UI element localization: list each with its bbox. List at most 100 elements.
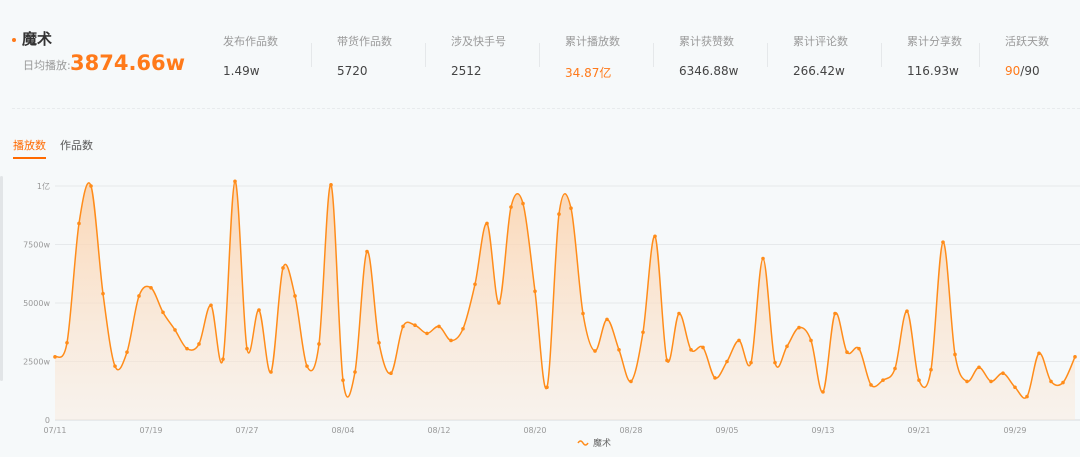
data-point xyxy=(641,330,645,335)
data-point xyxy=(941,240,945,244)
legend-item[interactable]: 魔术 xyxy=(577,436,611,449)
data-point xyxy=(761,256,765,261)
data-point xyxy=(617,348,621,352)
data-point xyxy=(101,291,105,296)
data-point xyxy=(929,367,933,372)
data-point xyxy=(629,379,633,384)
x-tick-label: 07/19 xyxy=(139,426,162,435)
data-point xyxy=(545,385,549,390)
data-point xyxy=(557,212,561,216)
data-point xyxy=(569,206,573,211)
data-point xyxy=(485,221,489,226)
data-point xyxy=(269,370,273,374)
data-point xyxy=(185,346,189,351)
data-point xyxy=(869,383,873,387)
data-point xyxy=(113,364,117,368)
data-point xyxy=(1001,371,1005,376)
data-point xyxy=(401,324,405,329)
data-point xyxy=(473,282,477,287)
data-point xyxy=(497,301,501,305)
x-tick-label: 09/13 xyxy=(811,426,834,435)
data-point xyxy=(413,323,417,328)
data-point xyxy=(1073,355,1077,359)
data-point xyxy=(653,234,657,239)
data-point xyxy=(1061,380,1065,385)
data-point xyxy=(305,364,309,368)
data-point xyxy=(77,221,81,226)
x-tick-label: 08/04 xyxy=(331,426,354,435)
data-point xyxy=(65,340,69,345)
data-point xyxy=(89,184,93,188)
data-point xyxy=(953,352,957,357)
data-point xyxy=(713,376,717,380)
data-point xyxy=(881,378,885,383)
data-point xyxy=(221,357,225,361)
x-tick-label: 09/05 xyxy=(715,426,738,435)
data-point xyxy=(293,294,297,298)
data-point xyxy=(905,309,909,313)
y-tick-label: 1亿 xyxy=(37,181,50,191)
y-tick-label: 2500w xyxy=(23,358,50,367)
data-point xyxy=(977,365,981,370)
data-point xyxy=(197,342,201,346)
x-tick-label: 09/29 xyxy=(1003,426,1026,435)
data-point xyxy=(161,310,165,315)
data-point xyxy=(893,366,897,371)
data-point xyxy=(773,360,777,365)
data-point xyxy=(833,311,837,316)
data-point xyxy=(317,342,321,346)
data-point xyxy=(257,308,261,312)
data-point xyxy=(785,344,789,349)
data-point xyxy=(209,303,213,308)
data-point xyxy=(857,346,861,351)
data-point xyxy=(749,360,753,365)
data-point xyxy=(989,379,993,384)
y-tick-label: 0 xyxy=(45,416,50,425)
data-point xyxy=(1049,379,1053,384)
data-point xyxy=(677,311,681,316)
data-point xyxy=(149,285,153,290)
x-tick-label: 08/20 xyxy=(523,426,546,435)
data-point xyxy=(1025,394,1029,399)
data-point xyxy=(593,349,597,353)
data-point xyxy=(605,317,609,322)
data-point xyxy=(533,289,537,294)
data-point xyxy=(965,379,969,384)
series-area xyxy=(55,181,1075,420)
data-point xyxy=(509,205,513,209)
data-point xyxy=(1013,385,1017,390)
data-point xyxy=(725,359,729,364)
data-point xyxy=(917,378,921,383)
data-point xyxy=(377,340,381,345)
y-tick-label: 7500w xyxy=(23,241,50,250)
y-tick-label: 5000w xyxy=(23,299,50,308)
data-point xyxy=(245,346,249,351)
data-point xyxy=(425,331,429,336)
data-point xyxy=(389,371,393,376)
data-point xyxy=(341,378,345,383)
legend-label: 魔术 xyxy=(593,439,612,449)
data-point xyxy=(449,338,453,343)
data-point xyxy=(365,249,369,254)
data-point xyxy=(233,179,237,184)
data-point xyxy=(461,326,465,331)
data-point xyxy=(845,350,849,354)
data-point xyxy=(689,348,693,352)
data-point xyxy=(281,266,285,270)
data-point xyxy=(137,294,141,298)
data-point xyxy=(809,338,813,343)
x-tick-label: 07/27 xyxy=(235,426,258,435)
x-tick-label: 09/21 xyxy=(907,426,930,435)
data-point xyxy=(665,358,669,363)
data-point xyxy=(437,324,441,329)
x-tick-label: 08/28 xyxy=(619,426,642,435)
wave-line-icon xyxy=(577,439,589,446)
data-point xyxy=(797,325,801,330)
data-point xyxy=(737,338,741,343)
data-point xyxy=(329,183,333,187)
play-count-chart: 0 2500w 5000w 7500w 1亿 07/11 07/19 07/27 08/04 08… xyxy=(23,179,1080,435)
data-point xyxy=(125,350,129,354)
data-point xyxy=(353,370,357,374)
data-point xyxy=(53,355,57,359)
data-point xyxy=(581,311,585,316)
